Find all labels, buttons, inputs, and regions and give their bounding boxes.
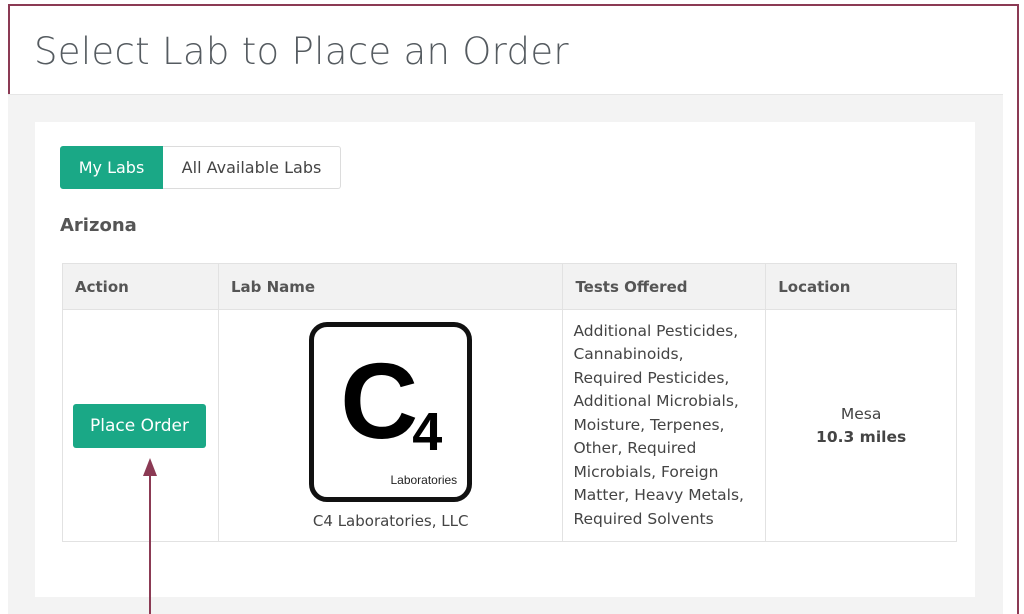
all-available-labs-button[interactable]: All Available Labs <box>163 146 341 189</box>
logo-subtext: Laboratories <box>390 472 458 487</box>
lab-filter-toggle: My Labs All Available Labs <box>60 146 341 189</box>
lab-name-cell: C 4 Laboratories C4 Laboratories, LLC <box>217 309 564 542</box>
location-city: Mesa <box>840 404 882 423</box>
test-line: Required Solvents <box>573 509 714 528</box>
logo-number: 4 <box>412 401 443 462</box>
header-tests-offered: Tests Offered <box>562 263 767 310</box>
table-row: Place Order C 4 Laboratories C4 Laborato… <box>62 309 957 542</box>
test-line: Matter, Heavy Metals, <box>573 486 744 505</box>
test-line: Other, Required <box>573 439 697 458</box>
test-line: Additional Microbials, <box>573 392 739 411</box>
test-line: Microbials, Foreign <box>573 462 719 481</box>
location-info: Mesa 10.3 miles <box>766 403 956 449</box>
lab-name: C4 Laboratories, LLC <box>312 511 469 530</box>
test-line: Moisture, Terpenes, <box>573 415 725 434</box>
header-lab-name: Lab Name <box>217 263 564 310</box>
test-line: Additional Pesticides, <box>573 321 739 340</box>
lab-logo: C 4 Laboratories <box>309 321 473 502</box>
logo-letter: C <box>340 339 419 461</box>
annotation-arrow <box>143 458 157 614</box>
my-labs-button[interactable]: My Labs <box>60 146 163 189</box>
tests-offered-cell: Additional Pesticides, Cannabinoids, Req… <box>562 309 767 542</box>
tests-offered-list: Additional Pesticides, Cannabinoids, Req… <box>563 320 765 532</box>
page-title: Select Lab to Place an Order <box>34 30 569 73</box>
location-cell: Mesa 10.3 miles <box>765 309 957 542</box>
header-action: Action <box>62 263 219 310</box>
place-order-button[interactable]: Place Order <box>73 403 206 448</box>
state-heading: Arizona <box>60 215 137 236</box>
table-header-row: Action Lab Name Tests Offered Location <box>62 263 957 310</box>
header-location: Location <box>765 263 957 310</box>
location-distance: 10.3 miles <box>816 427 907 446</box>
test-line: Cannabinoids, <box>573 345 684 364</box>
labs-table: Action Lab Name Tests Offered Location P… <box>62 263 957 542</box>
test-line: Required Pesticides, <box>573 368 730 387</box>
